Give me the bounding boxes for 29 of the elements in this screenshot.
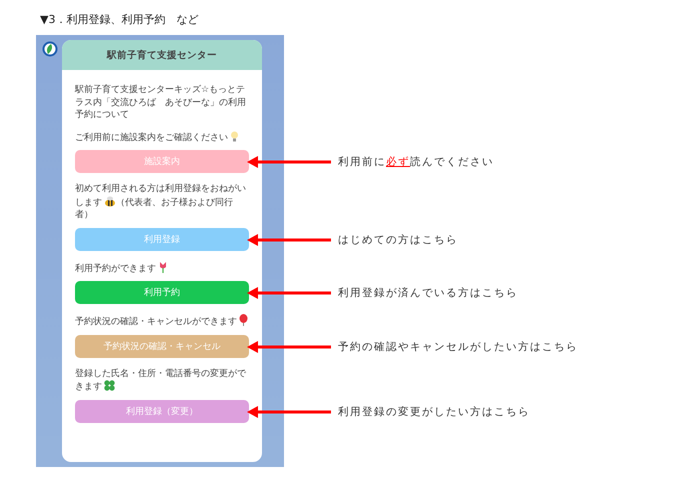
annotation-text: 利用登録の変更がしたい方はこちら — [338, 404, 530, 418]
bee-icon — [104, 196, 116, 206]
annotation-text: 予約の確認やキャンセルがしたい方はこちら — [338, 340, 578, 354]
intro-text: 駅前子育て支援センターキッズ☆もっとテラス内「交流ひろば あそびーな」の利用予約について — [75, 84, 247, 122]
instruction-text: 初めて利用される方は利用登録をおねがいします （代表者、お子様および同行者） — [75, 183, 247, 222]
lightbulb-icon — [230, 130, 239, 142]
card-title: 駅前子育て支援センター — [62, 40, 262, 70]
tulip-icon — [158, 260, 168, 272]
arrow-icon — [247, 406, 331, 418]
instruction-text: ご利用前に施設案内をご確認ください — [75, 130, 249, 144]
menu-button[interactable]: 予約状況の確認・キャンセル — [75, 334, 249, 358]
clover-icon — [104, 380, 115, 391]
arrow-icon — [247, 287, 331, 299]
instruction-text: 登録した氏名・住所・電話番号の変更ができます — [75, 368, 247, 394]
menu-button[interactable]: 利用登録（変更） — [75, 400, 249, 422]
arrow-icon — [247, 234, 331, 246]
annotation-text: 利用前に必ず読んでください — [338, 155, 494, 169]
section-heading: ▼3．利用登録、利用予約 など — [40, 12, 200, 28]
annotation-text: はじめての方はこちら — [338, 232, 458, 246]
menu-button[interactable]: 施設案内 — [75, 150, 249, 173]
annotation-text: 利用登録が済んでいる方はこちら — [338, 286, 518, 300]
balloon-icon — [239, 314, 248, 326]
leaf-logo-icon — [42, 41, 58, 57]
instruction-text: 予約状況の確認・キャンセルができます — [75, 314, 249, 328]
arrow-icon — [247, 340, 331, 352]
menu-button[interactable]: 利用登録 — [75, 228, 249, 250]
instruction-text: 利用予約ができます — [75, 260, 249, 275]
arrow-icon — [247, 156, 331, 168]
menu-button[interactable]: 利用予約 — [75, 281, 249, 304]
